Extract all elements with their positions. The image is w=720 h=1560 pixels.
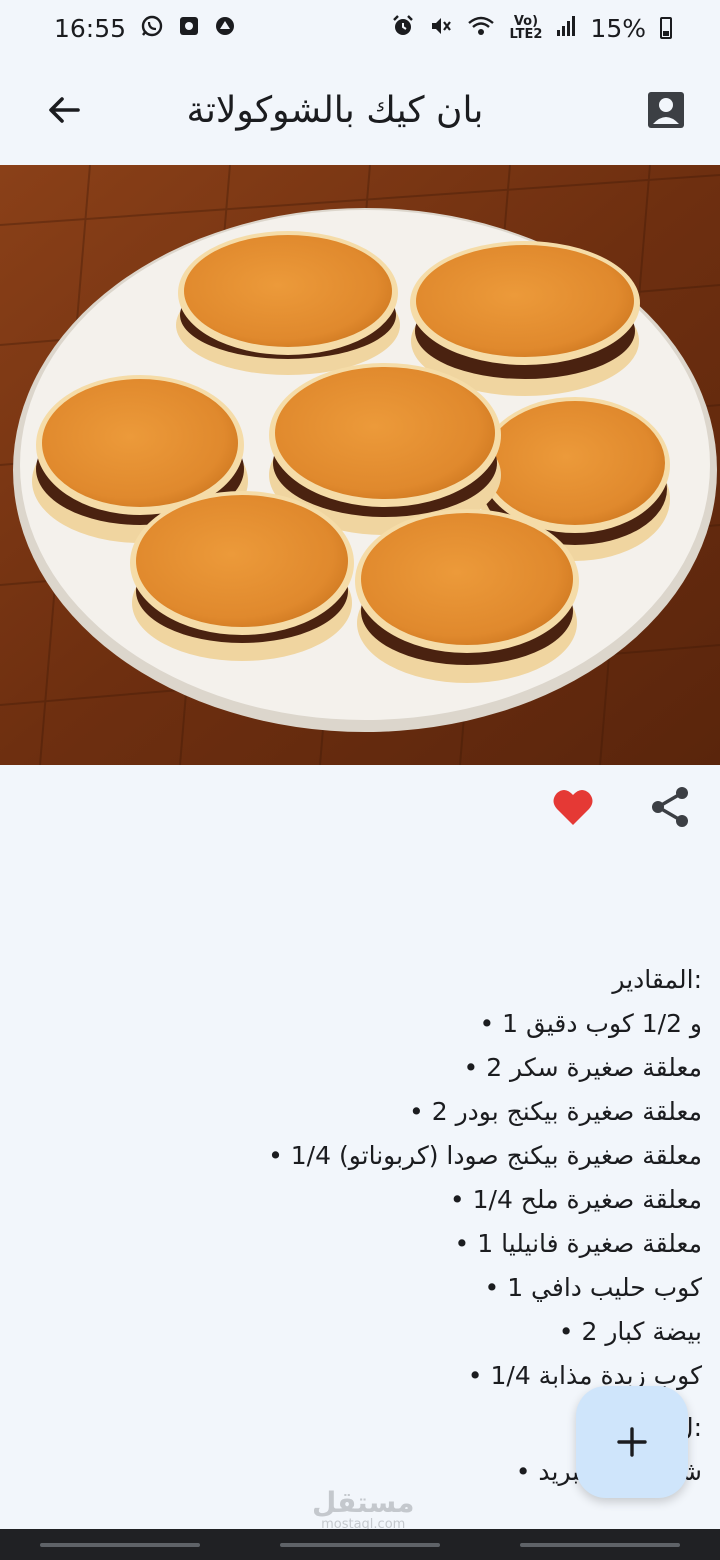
whatsapp-icon	[140, 14, 164, 43]
vpn-icon	[214, 15, 236, 42]
heart-icon	[553, 789, 593, 825]
ingredient-item: و 1/2 كوب دقيق 1 •	[479, 1009, 702, 1038]
status-time: 16:55	[54, 13, 127, 43]
network-lte: LTE2	[509, 27, 543, 42]
nav-handle[interactable]	[520, 1542, 680, 1547]
system-nav-bar	[0, 1529, 720, 1560]
share-icon	[652, 787, 688, 827]
back-button[interactable]	[38, 84, 90, 136]
alarm-icon	[391, 14, 415, 43]
plus-icon	[617, 1427, 647, 1457]
media-icon	[178, 15, 200, 42]
ingredient-item: معلقة صغيرة بيكنج بودر 2 •	[409, 1097, 702, 1126]
recipe-image	[0, 165, 720, 765]
app-bar: بان كيك بالشوكولاتة	[0, 56, 720, 164]
network-type: Vo) LTE2	[509, 15, 542, 41]
wifi-icon	[467, 15, 495, 42]
ingredient-item: معلقة صغيرة بيكنج صودا (كربوناتو) 1/4 •	[268, 1141, 702, 1170]
page-title: بان كيك بالشوكولاتة	[186, 89, 484, 131]
account-box-icon	[648, 92, 684, 128]
arrow-back-icon	[49, 97, 80, 123]
share-button[interactable]	[650, 786, 690, 832]
status-left: 16:55	[54, 14, 236, 43]
nav-handle[interactable]	[280, 1542, 440, 1547]
status-right: Vo) LTE2 15%	[391, 14, 672, 43]
watermark-arabic: مستقل	[312, 1486, 415, 1519]
watermark: مستقل mostaql.com	[312, 1488, 414, 1532]
action-row	[552, 786, 690, 832]
battery-icon	[660, 17, 672, 39]
ingredient-item: معلقة صغيرة ملح 1/4 •	[449, 1185, 702, 1214]
signal-icon	[556, 15, 576, 41]
add-fab[interactable]	[576, 1386, 688, 1498]
mute-icon	[429, 14, 453, 43]
ingredient-item: معلقة صغيرة سكر 2 •	[463, 1053, 703, 1082]
ingredients-heading: :المقادير	[612, 965, 702, 994]
status-bar: 16:55 Vo) LTE2 15%	[0, 0, 720, 56]
favorite-button[interactable]	[552, 787, 594, 831]
ingredient-item: كوب حليب دافي 1 •	[484, 1273, 703, 1302]
battery-percent: 15%	[590, 13, 646, 43]
nav-handle[interactable]	[40, 1542, 200, 1547]
profile-button[interactable]	[640, 84, 692, 136]
ingredient-item: معلقة صغيرة فانيليا 1 •	[454, 1229, 702, 1258]
ingredient-item: بيضة كبار 2 •	[558, 1317, 702, 1346]
pancakes-illustration	[0, 165, 720, 765]
